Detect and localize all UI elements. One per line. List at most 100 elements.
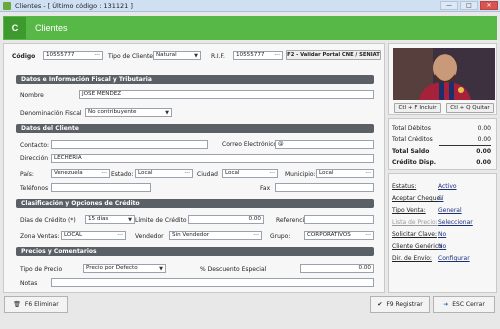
quitar-photo-button[interactable]: Ctl + Q Quitar — [446, 103, 494, 113]
section-clasificacion: Clasificación y Opciones de Crédito — [16, 199, 374, 208]
tipo-cliente-select[interactable]: Natural ▼ — [153, 51, 201, 60]
incluir-photo-button[interactable]: Ctl + F Incluir — [394, 103, 441, 113]
rif-label: R.I.F. — [211, 53, 225, 60]
contacto-input[interactable] — [51, 140, 208, 149]
chevron-down-icon: ▼ — [159, 266, 163, 272]
referencia-input[interactable] — [304, 215, 374, 224]
dias-credito-select[interactable]: 15 días ▼ — [85, 215, 135, 224]
close-window-button[interactable]: ✕ — [480, 1, 498, 10]
cliente-generico-link[interactable]: No — [438, 243, 446, 250]
grupo-label: Grupo: — [270, 233, 291, 240]
zona-lookup-icon[interactable]: ··· — [117, 232, 123, 239]
rif-field[interactable]: 10555777 ··· — [233, 51, 283, 60]
chevron-down-icon: ▼ — [165, 110, 169, 116]
direccion-input[interactable]: LECHERIA — [51, 154, 374, 163]
denominacion-label: Denominación Fiscal — [20, 110, 82, 117]
credito-disp-label: Crédito Disp. — [392, 159, 437, 166]
total-debitos-value: 0.00 — [477, 125, 491, 132]
zona-ventas-field[interactable]: LOCAL ··· — [61, 231, 126, 240]
eliminar-button[interactable]: 🗑 F6 Eliminar — [4, 296, 68, 313]
lista-precio-label: Lista de Precio: — [392, 219, 438, 226]
section-datos-cliente: Datos del Cliente — [16, 124, 374, 133]
total-debitos-label: Total Débitos — [392, 125, 431, 132]
rif-lookup-icon[interactable]: ··· — [274, 52, 280, 59]
credito-disp-row: Crédito Disp. 0.00 — [392, 159, 491, 166]
limite-credito-input[interactable]: 0.00 — [188, 215, 264, 224]
codigo-field[interactable]: 10555777 ··· — [43, 51, 103, 60]
direccion-label: Dirección — [20, 155, 49, 162]
validar-portal-button[interactable]: F2 - Validar Portal CNE / SENIAT — [286, 50, 381, 60]
totals-panel: Total Débitos 0.00 Total Créditos 0.00 T… — [388, 118, 497, 170]
ciudad-field[interactable]: Local ··· — [222, 169, 278, 178]
window-controls: — □ ✕ — [440, 1, 498, 10]
total-saldo-label: Total Saldo — [392, 148, 430, 155]
solicitar-clave-label: Solicitar Clave: — [392, 231, 437, 238]
limite-credito-label: Límite de Crédito — [135, 217, 187, 224]
window-title: Clientes - [ Último código : 131121 ] — [15, 1, 133, 10]
nombre-label: Nombre — [20, 92, 44, 99]
tipo-venta-link[interactable]: General — [438, 207, 462, 214]
total-creditos-value: 0.00 — [477, 136, 491, 143]
pais-lookup-icon[interactable]: ··· — [101, 170, 107, 177]
notas-input[interactable] — [51, 278, 374, 287]
client-photo-image — [393, 48, 495, 100]
tipo-precio-label: Tipo de Precio — [20, 266, 63, 273]
grupo-field[interactable]: CORPORATIVOS ··· — [304, 231, 374, 240]
descuento-input[interactable]: 0.00 — [300, 264, 374, 273]
registrar-button[interactable]: ✔ F9 Registrar — [370, 296, 430, 313]
estado-lookup-icon[interactable]: ··· — [184, 170, 190, 177]
correo-label: Correo Electrónico — [222, 141, 278, 148]
tipo-cliente-label: Tipo de Cliente — [108, 53, 154, 60]
estatus-link[interactable]: Activo — [438, 183, 457, 190]
tipo-precio-select[interactable]: Precio por Defecto ▼ — [83, 264, 166, 273]
fax-input[interactable] — [275, 183, 374, 192]
contacto-label: Contacto: — [20, 142, 50, 149]
cerrar-button[interactable]: ➜ ESC Cerrar — [433, 296, 495, 313]
main-form-panel: Código 10555777 ··· Tipo de Cliente Natur… — [3, 43, 385, 293]
total-creditos-label: Total Créditos — [392, 136, 433, 143]
lista-precio-link[interactable]: Seleccionar — [438, 219, 473, 226]
ciudad-lookup-icon[interactable]: ··· — [269, 170, 275, 177]
pais-label: País: — [20, 171, 34, 178]
minimize-button[interactable]: — — [440, 1, 458, 10]
telefonos-label: Teléfonos — [20, 185, 49, 192]
nombre-input[interactable]: JOSE MENDEZ — [79, 90, 374, 99]
dir-envio-label: Dir. de Envío: — [392, 255, 432, 262]
estatus-label: Estatus: — [392, 183, 417, 190]
pais-field[interactable]: Venezuela ··· — [51, 169, 110, 178]
credito-disp-value: 0.00 — [476, 159, 491, 166]
client-photo — [393, 48, 495, 100]
section-precios: Precios y Comentarios — [16, 247, 374, 256]
municipio-lookup-icon[interactable]: ··· — [365, 170, 371, 177]
telefonos-input[interactable] — [51, 183, 151, 192]
correo-input[interactable]: @ — [275, 140, 374, 149]
codigo-lookup-icon[interactable]: ··· — [94, 52, 100, 59]
maximize-button[interactable]: □ — [460, 1, 478, 10]
notas-label: Notas — [20, 280, 38, 287]
check-icon: ✔ — [377, 301, 383, 308]
grupo-lookup-icon[interactable]: ··· — [365, 232, 371, 239]
codigo-label: Código — [12, 53, 36, 60]
module-badge: C — [4, 17, 26, 39]
municipio-field[interactable]: Local ··· — [316, 169, 374, 178]
options-panel: Estatus: Activo Aceptar Cheque: Sí Tipo … — [388, 173, 497, 293]
module-title: Clientes — [35, 23, 68, 33]
solicitar-clave-link[interactable]: No — [438, 231, 446, 238]
denominacion-select[interactable]: No contribuyente ▼ — [85, 108, 172, 117]
window-titlebar: Clientes - [ Último código : 131121 ] — … — [0, 0, 500, 12]
vendedor-lookup-icon[interactable]: ··· — [253, 232, 259, 239]
zona-ventas-label: Zona Ventas: — [20, 233, 60, 240]
aceptar-cheque-label: Aceptar Cheque: — [392, 195, 443, 202]
chevron-down-icon: ▼ — [128, 217, 132, 223]
estado-label: Estado: — [111, 171, 134, 178]
chevron-down-icon: ▼ — [194, 53, 198, 59]
vendedor-field[interactable]: Sin Vendedor ··· — [169, 231, 262, 240]
total-saldo-value: 0.00 — [476, 148, 491, 155]
aceptar-cheque-link[interactable]: Sí — [438, 195, 443, 202]
module-header: C Clientes — [3, 16, 497, 40]
photo-panel: Ctl + F Incluir Ctl + Q Quitar — [388, 43, 497, 115]
totals-divider — [439, 145, 491, 146]
dir-envio-link[interactable]: Configurar — [438, 255, 470, 262]
app-icon — [3, 1, 11, 10]
estado-field[interactable]: Local ··· — [135, 169, 193, 178]
